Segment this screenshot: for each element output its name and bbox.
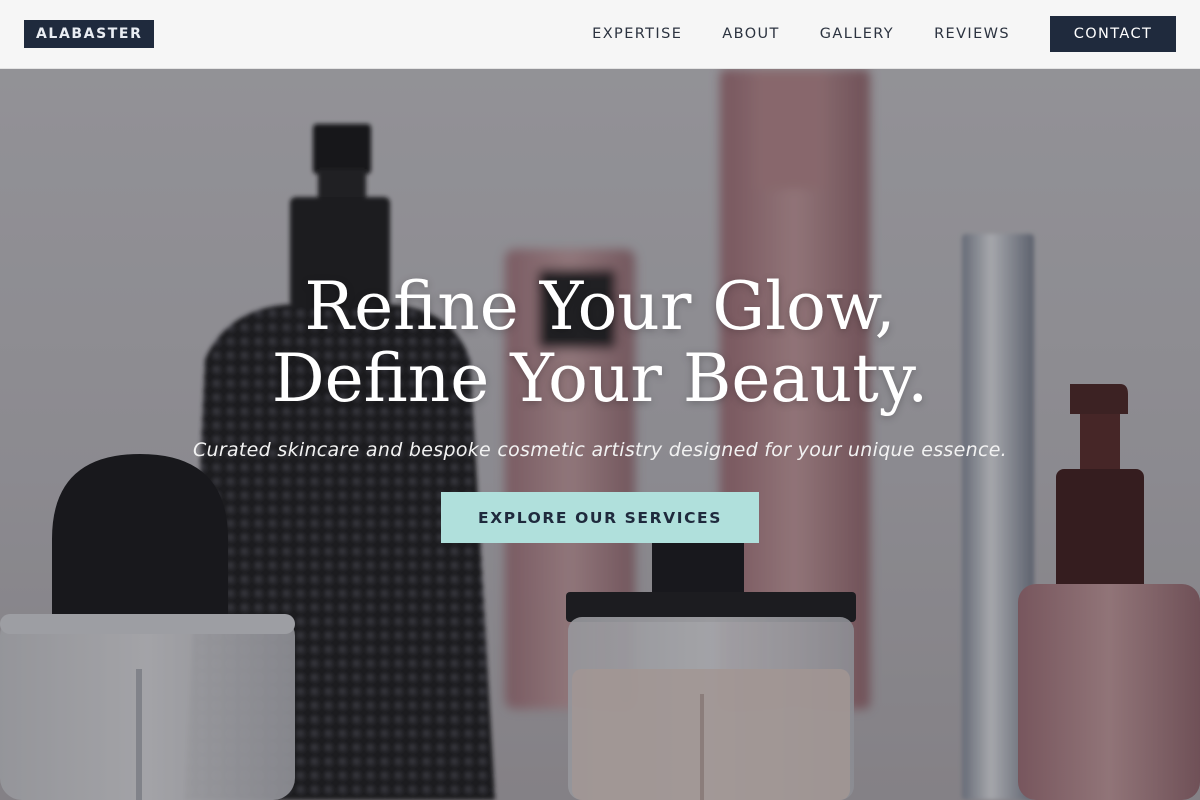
hero-title: Refine Your Glow, Define Your Beauty. — [0, 271, 1200, 415]
nav-link-gallery[interactable]: GALLERY — [820, 26, 894, 42]
hero-section: Refine Your Glow, Define Your Beauty. Cu… — [0, 69, 1200, 800]
site-header: ALABASTER EXPERTISE ABOUT GALLERY REVIEW… — [0, 0, 1200, 69]
hero-content: Refine Your Glow, Define Your Beauty. Cu… — [0, 69, 1200, 800]
contact-button[interactable]: CONTACT — [1050, 16, 1176, 52]
explore-services-button[interactable]: EXPLORE OUR SERVICES — [441, 492, 759, 543]
brand-logo[interactable]: ALABASTER — [24, 20, 155, 48]
hero-title-line-1: Refine Your Glow, — [304, 268, 896, 345]
nav-link-about[interactable]: ABOUT — [722, 26, 780, 42]
nav-link-reviews[interactable]: REVIEWS — [934, 26, 1010, 42]
nav-link-expertise[interactable]: EXPERTISE — [592, 26, 682, 42]
hero-title-line-2: Define Your Beauty. — [271, 340, 929, 417]
hero-subtitle: Curated skincare and bespoke cosmetic ar… — [192, 439, 1008, 461]
main-nav: EXPERTISE ABOUT GALLERY REVIEWS CONTACT — [592, 16, 1176, 52]
